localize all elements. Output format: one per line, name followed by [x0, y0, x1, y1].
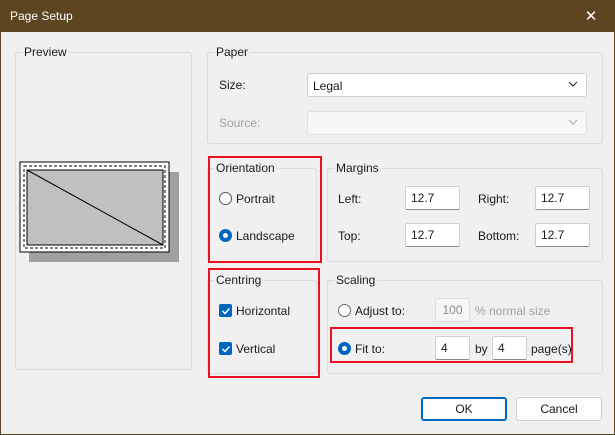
size-dropdown[interactable]: Legal — [307, 73, 587, 97]
centring-highlight — [208, 268, 320, 378]
adjust-to-label[interactable]: Adjust to: — [355, 304, 405, 318]
margin-bottom-input[interactable]: 12.7 — [535, 223, 590, 247]
window-title: Page Setup — [10, 9, 73, 23]
paper-label: Paper — [214, 45, 251, 59]
chevron-down-icon — [568, 81, 578, 87]
page-setup-dialog: Page Setup ✕ Preview Paper Size: Legal S… — [0, 0, 615, 435]
margin-right-label: Right: — [478, 192, 510, 206]
page-preview-image — [19, 161, 179, 262]
source-label: Source: — [219, 116, 261, 130]
margin-right-input[interactable]: 12.7 — [535, 186, 590, 210]
size-label: Size: — [219, 78, 246, 92]
margin-top-input[interactable]: 12.7 — [405, 223, 460, 247]
title-bar: Page Setup ✕ — [1, 1, 614, 32]
adjust-to-input[interactable]: 100 — [435, 298, 470, 322]
margin-top-label: Top: — [338, 229, 361, 243]
normal-size-label: % normal size — [475, 304, 551, 318]
source-dropdown[interactable] — [307, 111, 587, 135]
margin-left-input[interactable]: 12.7 — [405, 186, 460, 210]
preview-group: Preview — [15, 45, 192, 370]
ok-button[interactable]: OK — [421, 397, 507, 421]
close-button[interactable]: ✕ — [568, 1, 614, 32]
margins-label: Margins — [334, 161, 381, 175]
orientation-highlight — [208, 156, 322, 263]
chevron-down-icon — [568, 119, 578, 125]
margin-left-label: Left: — [338, 192, 362, 206]
cancel-button[interactable]: Cancel — [516, 397, 602, 421]
scaling-label: Scaling — [334, 273, 378, 287]
size-value: Legal — [313, 79, 343, 93]
fit-to-highlight — [330, 327, 573, 363]
adjust-to-radio[interactable] — [338, 304, 351, 317]
margin-bottom-label: Bottom: — [478, 229, 520, 243]
margins-group: Margins — [327, 161, 603, 262]
